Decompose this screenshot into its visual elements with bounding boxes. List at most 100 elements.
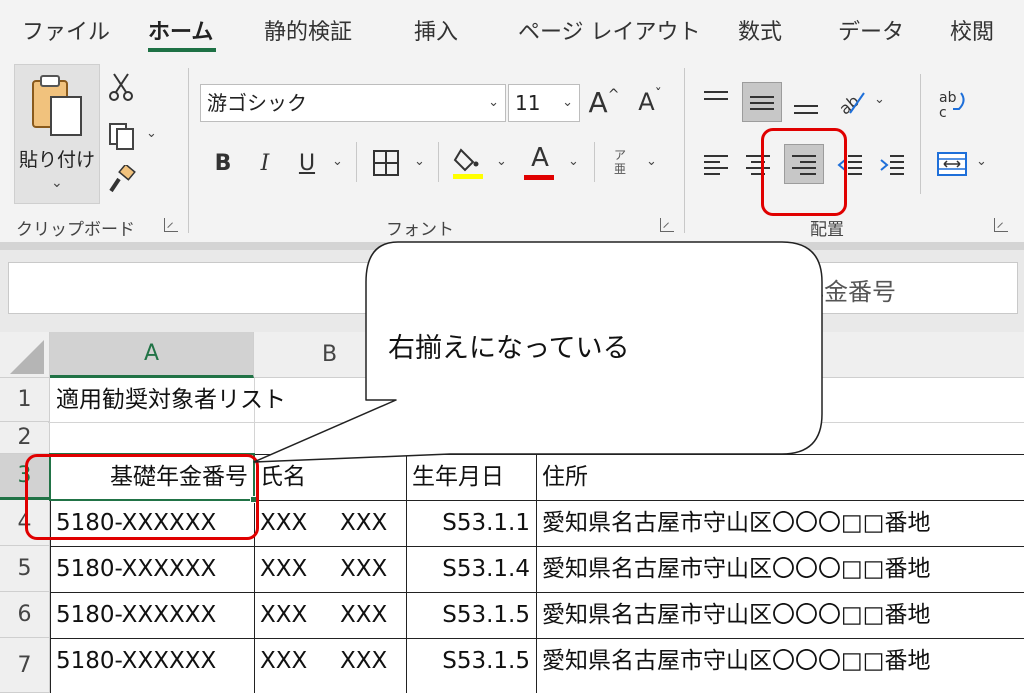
underline-button[interactable]: U xyxy=(292,146,322,180)
gridline xyxy=(536,378,537,454)
borders-icon xyxy=(373,150,399,176)
bold-button[interactable]: B xyxy=(208,146,238,180)
font-size-select[interactable]: 11 ⌄ xyxy=(508,84,580,122)
table-cell[interactable]: 愛知県名古屋市守山区〇〇〇□□番地 xyxy=(538,501,1024,545)
paste-button[interactable]: 貼り付け ⌄ xyxy=(14,64,100,204)
tab-review[interactable]: 校閲 xyxy=(950,14,994,46)
increase-indent-icon xyxy=(880,155,904,175)
text-orientation-icon: ab xyxy=(836,91,865,117)
grow-font-button[interactable]: A ^ xyxy=(586,84,622,120)
ruby-button[interactable]: ア亜 xyxy=(604,142,636,182)
table-cell[interactable]: 愛知県名古屋市守山区〇〇〇□□番地 xyxy=(538,639,1024,683)
divider xyxy=(594,142,595,182)
tab-formulas[interactable]: 数式 xyxy=(738,14,782,46)
formula-bar-content: 年金番号 xyxy=(800,278,896,306)
table-cell[interactable]: XXX xyxy=(256,593,326,637)
increase-indent-button[interactable] xyxy=(874,146,910,182)
table-cell[interactable]: XXX xyxy=(256,501,326,545)
paste-icon xyxy=(32,75,82,136)
table-cell[interactable]: 愛知県名古屋市守山区〇〇〇□□番地 xyxy=(538,593,1024,637)
wrap-text-button[interactable]: ab c xyxy=(932,84,972,124)
chevron-down-icon[interactable]: ⌄ xyxy=(332,154,343,169)
chevron-down-icon[interactable]: ⌄ xyxy=(414,154,425,169)
table-cell[interactable]: XXX xyxy=(336,547,404,591)
row-header-1[interactable]: 1 xyxy=(0,378,50,422)
active-tab-indicator xyxy=(148,48,216,52)
clipboard-launcher-icon[interactable] xyxy=(164,218,178,232)
chevron-down-icon: ⌄ xyxy=(488,95,499,110)
header-cell-birthdate[interactable]: 生年月日 xyxy=(408,455,534,499)
paintbrush-icon xyxy=(109,165,136,193)
copy-button[interactable] xyxy=(104,118,140,154)
chevron-down-icon[interactable]: ⌄ xyxy=(146,126,157,141)
row-header-6[interactable]: 6 xyxy=(0,592,50,638)
table-cell[interactable]: S53.1.5 xyxy=(408,639,534,683)
table-cell[interactable]: 愛知県名古屋市守山区〇〇〇□□番地 xyxy=(538,547,1024,591)
column-header-b[interactable]: B xyxy=(254,332,406,378)
align-left-button[interactable] xyxy=(698,146,734,182)
highlight-header-cell xyxy=(25,454,259,540)
alignment-launcher-icon[interactable] xyxy=(994,218,1008,232)
table-cell[interactable]: 5180-XXXXXX xyxy=(52,547,252,591)
phonetic-guide-icon: ア亜 xyxy=(613,148,626,176)
table-cell[interactable]: S53.1.5 xyxy=(408,593,534,637)
orientation-button[interactable]: ab xyxy=(832,84,872,120)
table-cell[interactable]: S53.1.4 xyxy=(408,547,534,591)
svg-text:c: c xyxy=(939,105,947,121)
cut-button[interactable] xyxy=(106,70,136,104)
tab-home[interactable]: ホーム xyxy=(148,14,213,46)
fill-color-button[interactable] xyxy=(448,142,488,182)
caret-up-icon: ^ xyxy=(607,87,620,103)
table-border xyxy=(406,454,407,693)
top-align-button[interactable] xyxy=(698,84,734,120)
bottom-align-button[interactable] xyxy=(788,84,824,120)
highlight-align-right xyxy=(761,128,847,216)
chevron-down-icon[interactable]: ⌄ xyxy=(874,92,885,107)
table-cell[interactable]: S53.1.1 xyxy=(408,501,534,545)
table-cell[interactable]: XXX xyxy=(336,501,404,545)
row-header-5[interactable]: 5 xyxy=(0,546,50,592)
chevron-down-icon[interactable]: ⌄ xyxy=(646,154,657,169)
table-cell[interactable]: XXX xyxy=(336,639,404,683)
callout-text: 右揃えになっている xyxy=(388,333,630,364)
tab-static-check[interactable]: 静的検証 xyxy=(264,14,352,46)
shrink-font-icon: A xyxy=(638,88,655,116)
font-color-letter: A xyxy=(531,143,549,173)
paint-bucket-icon xyxy=(453,148,483,179)
row-header-7[interactable]: 7 xyxy=(0,638,50,693)
wrap-text-icon: ab c xyxy=(939,90,965,121)
clipboard-group-label: クリップボード xyxy=(16,220,135,240)
divider xyxy=(920,74,921,194)
column-header-a[interactable]: A xyxy=(50,332,254,378)
font-name-select[interactable]: 游ゴシック ⌄ xyxy=(200,84,506,122)
table-cell[interactable]: XXX xyxy=(256,639,326,683)
header-cell-name[interactable]: 氏名 xyxy=(256,455,404,499)
chevron-down-icon[interactable]: ⌄ xyxy=(496,154,507,169)
table-cell[interactable]: 5180-XXXXXX xyxy=(52,639,252,683)
table-cell[interactable]: 5180-XXXXXX xyxy=(52,593,252,637)
scissors-icon xyxy=(109,73,133,101)
table-cell[interactable]: XXX xyxy=(336,593,404,637)
tab-insert[interactable]: 挿入 xyxy=(414,14,458,46)
select-all-corner[interactable] xyxy=(0,332,50,378)
tab-file[interactable]: ファイル xyxy=(22,14,110,46)
tab-page-layout[interactable]: ページ レイアウト xyxy=(518,14,701,46)
shrink-font-button[interactable]: Aˇ xyxy=(632,84,668,120)
tab-data[interactable]: データ xyxy=(838,14,904,46)
row-header-2[interactable]: 2 xyxy=(0,422,50,454)
italic-button[interactable]: I xyxy=(250,146,280,180)
font-color-button[interactable]: A xyxy=(520,142,560,182)
chevron-down-icon[interactable]: ⌄ xyxy=(568,154,579,169)
format-painter-button[interactable] xyxy=(106,164,138,196)
merge-cells-icon xyxy=(937,152,967,176)
font-launcher-icon[interactable] xyxy=(660,218,674,232)
header-cell-address[interactable]: 住所 xyxy=(538,455,1024,499)
align-middle-icon xyxy=(750,96,774,110)
chevron-down-icon: ⌄ xyxy=(562,95,573,110)
chevron-down-icon[interactable]: ⌄ xyxy=(976,154,987,169)
merge-center-button[interactable] xyxy=(932,146,972,182)
middle-align-button[interactable] xyxy=(742,82,782,122)
table-cell[interactable]: XXX xyxy=(256,547,326,591)
sheet-title-cell[interactable]: 適用勧奨対象者リスト xyxy=(52,378,472,422)
borders-button[interactable] xyxy=(366,146,406,180)
